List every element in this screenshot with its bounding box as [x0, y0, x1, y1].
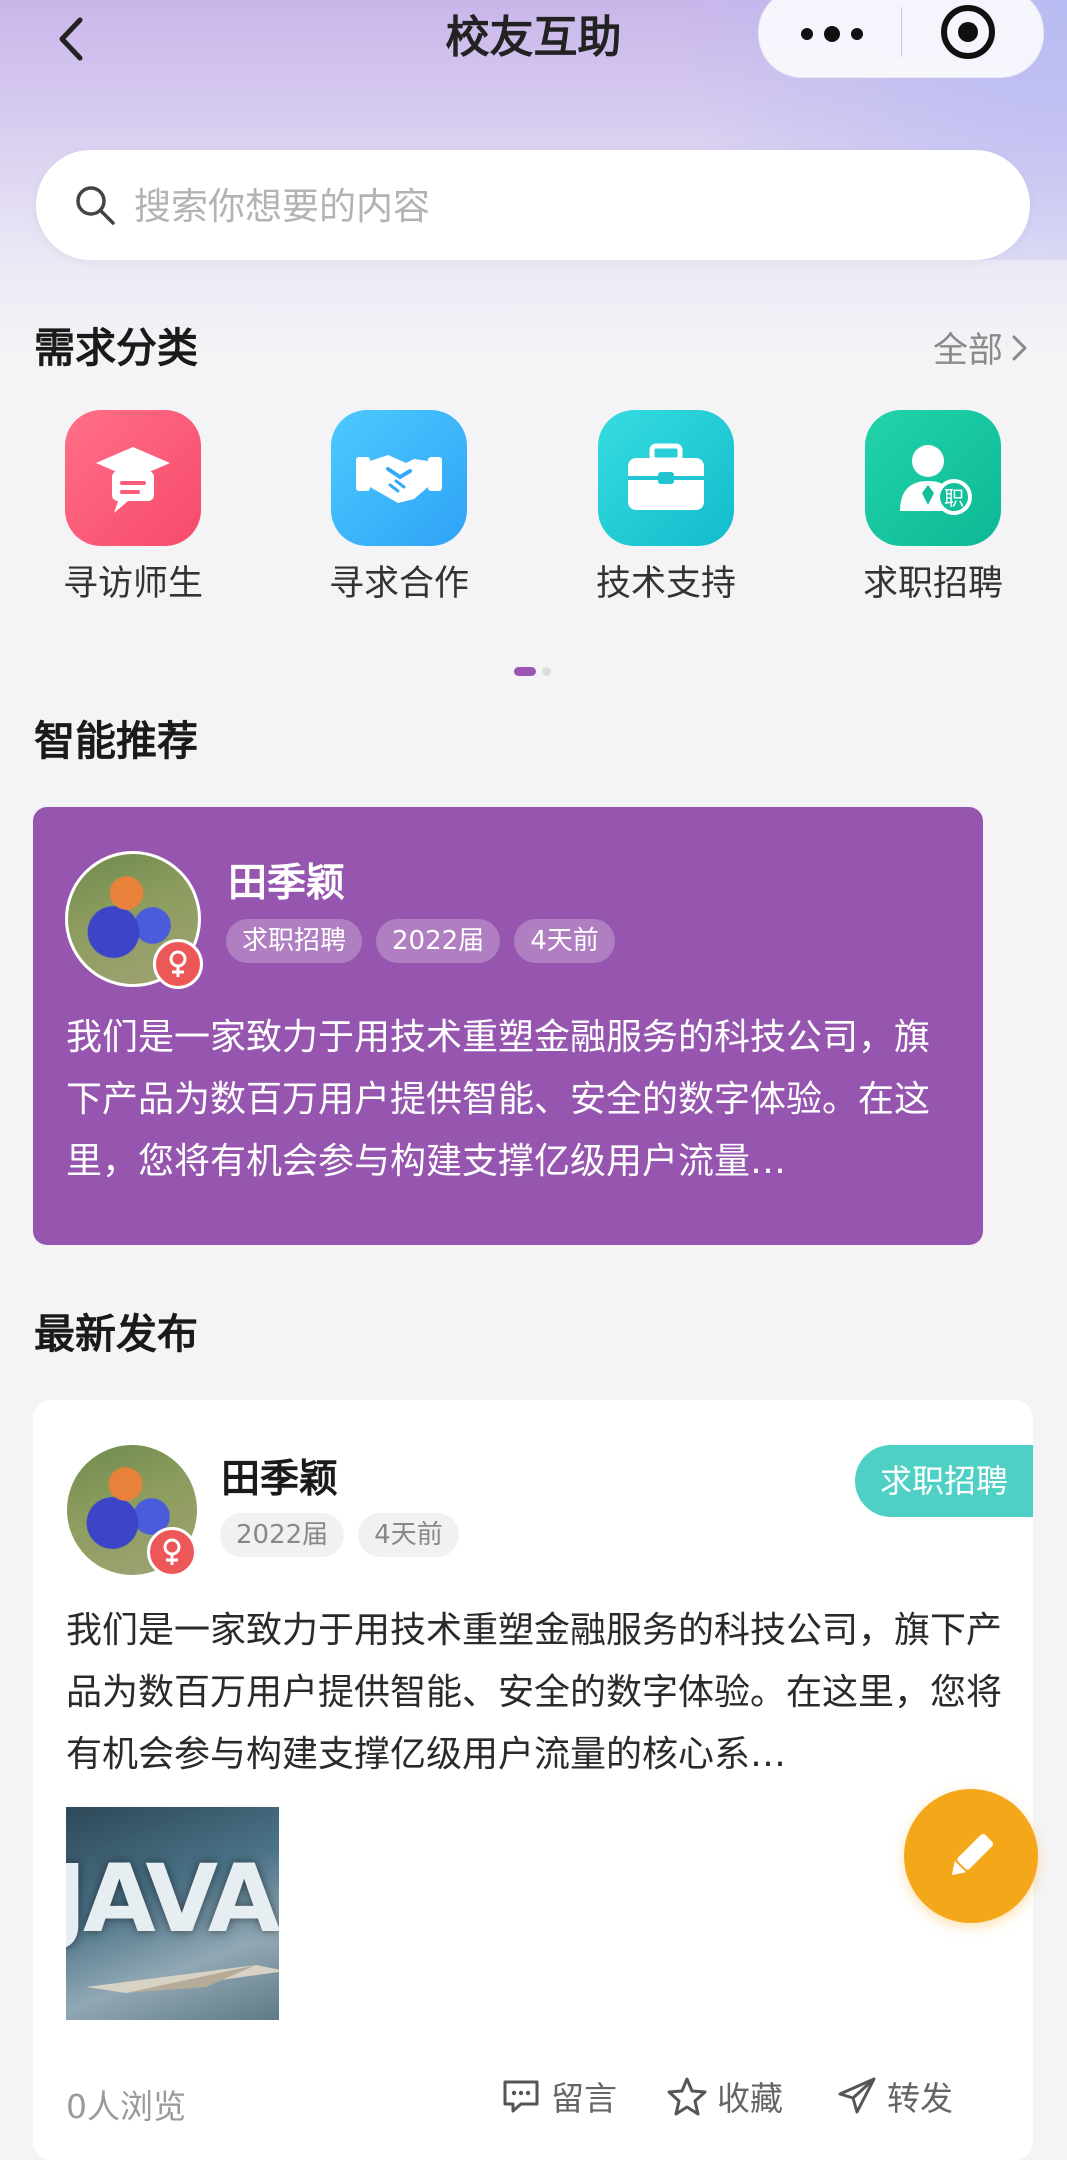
post-text: 我们是一家致力于用技术重塑金融服务的科技公司，旗下产品为数百万用户提供智能、安全… [66, 1610, 1003, 1775]
author-name: 田季颖 [221, 1457, 339, 1502]
favorite-button[interactable]: 收藏 [667, 2072, 783, 2120]
pencil-icon [951, 1833, 994, 1876]
share-label: 转发 [887, 2079, 953, 2118]
favorite-label: 收藏 [717, 2079, 783, 2118]
share-icon [838, 2077, 876, 2114]
class-year-tag: 2022届 [220, 1513, 345, 1557]
category-item-job[interactable]: 职 求职招聘 [833, 410, 1033, 608]
category-label: 求职招聘 [862, 564, 1003, 604]
carousel-indicator [514, 667, 551, 676]
category-label: 技术支持 [595, 564, 736, 604]
category-item-tech-support[interactable]: 技术支持 [566, 410, 766, 608]
female-icon [153, 939, 203, 989]
indicator-dot [542, 667, 551, 676]
time-tag: 4天前 [514, 919, 615, 963]
comment-label: 留言 [551, 2079, 617, 2118]
category-item-visit[interactable]: 寻访师生 [33, 410, 233, 608]
share-button[interactable]: 转发 [837, 2072, 953, 2120]
recommend-text: 我们是一家致力于用技术重塑金融服务的科技公司，旗下产品为数百万用户提供智能、安全… [66, 1017, 931, 1182]
more-dots-icon[interactable] [797, 19, 867, 49]
post-card[interactable]: 田季颖 2022届 4天前 求职招聘 我们是一家致力于用技术重塑金融服务的科技公… [33, 1400, 1033, 2160]
female-icon [147, 1527, 197, 1577]
category-tag: 求职招聘 [226, 919, 363, 963]
recommend-section-title: 智能推荐 [34, 717, 198, 765]
svg-text:职: 职 [944, 486, 964, 510]
star-icon [667, 2077, 707, 2116]
capsule-divider [901, 7, 902, 57]
category-label: 寻访师生 [62, 564, 203, 604]
view-all-label: 全部 [932, 331, 1003, 371]
category-item-cooperation[interactable]: 寻求合作 [299, 410, 499, 608]
author-name: 田季颖 [228, 861, 346, 906]
view-all-link[interactable]: 全部 [933, 322, 1031, 373]
recommend-card[interactable]: 田季颖 求职招聘 2022届 4天前 我们是一家致力于用技术重塑金融服务的科技公… [33, 807, 983, 1245]
job-person-icon: 职 [865, 410, 1001, 546]
close-target-icon[interactable] [939, 3, 997, 61]
comment-button[interactable]: 留言 [501, 2072, 617, 2120]
indicator-dot-active [514, 667, 536, 676]
comment-icon [503, 2080, 539, 2113]
chevron-right-icon [1012, 335, 1027, 360]
time-tag: 4天前 [358, 1513, 459, 1557]
paper-plane-graphic [86, 1965, 279, 1993]
mini-program-capsule [758, 0, 1044, 78]
post-image[interactable]: JAVA [66, 1807, 279, 2020]
handshake-icon [331, 410, 467, 546]
search-input[interactable] [132, 170, 996, 242]
search-icon [76, 186, 115, 225]
category-section-title: 需求分类 [34, 324, 198, 372]
view-count: 0人浏览 [66, 2087, 186, 2126]
latest-section-title: 最新发布 [34, 1310, 198, 1358]
create-post-button[interactable] [904, 1789, 1038, 1923]
search-bar [36, 150, 1030, 260]
tag-list: 2022届 4天前 [220, 1513, 459, 1557]
toolbox-icon [598, 410, 734, 546]
post-image-text: JAVA [66, 1845, 279, 1954]
category-label: 寻求合作 [328, 564, 469, 604]
category-badge: 求职招聘 [855, 1445, 1033, 1517]
tag-list: 求职招聘 2022届 4天前 [226, 919, 615, 963]
graduation-chat-icon [65, 410, 201, 546]
class-year-tag: 2022届 [376, 919, 501, 963]
